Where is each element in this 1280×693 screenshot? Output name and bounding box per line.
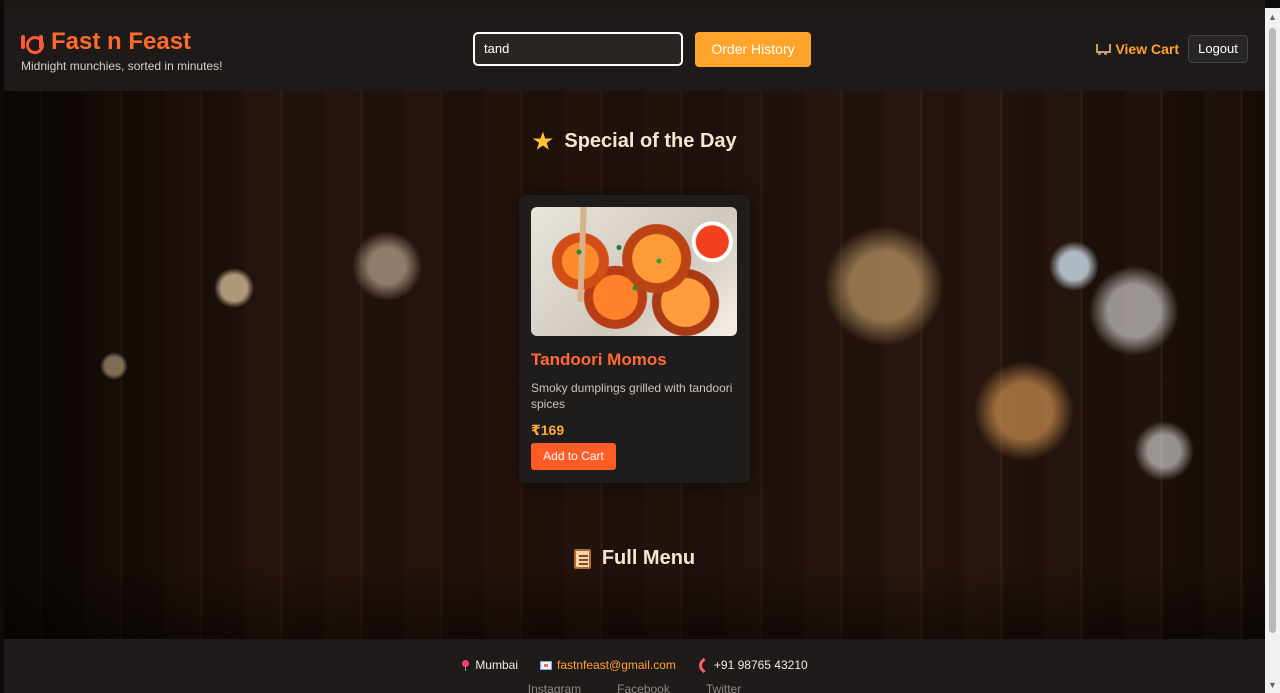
special-title-text: Special of the Day bbox=[564, 130, 737, 152]
phone-icon bbox=[695, 657, 712, 673]
brand-subtitle: Midnight munchies, sorted in minutes! bbox=[21, 59, 223, 73]
facebook-link[interactable]: Facebook bbox=[617, 682, 670, 693]
twitter-link[interactable]: Twitter bbox=[706, 682, 741, 693]
location-contact: Mumbai bbox=[461, 658, 518, 672]
food-name: Tandoori Momos bbox=[531, 350, 667, 369]
site-footer: Mumbai fastnfeast@gmail.com +91 98765 43… bbox=[4, 639, 1265, 693]
plate-icon bbox=[21, 31, 44, 54]
search-input[interactable]: tand bbox=[473, 32, 683, 66]
cart-icon bbox=[1096, 44, 1112, 55]
scroll-thumb[interactable] bbox=[1269, 28, 1276, 633]
view-cart-link[interactable]: View Cart bbox=[1096, 41, 1179, 57]
brand: Fast n Feast Midnight munchies, sorted i… bbox=[21, 28, 222, 73]
special-card: Tandoori Momos Smoky dumplings grilled w… bbox=[519, 195, 750, 483]
order-history-button[interactable]: Order History bbox=[695, 32, 811, 67]
tandoori-momos-image bbox=[531, 207, 737, 336]
instagram-link[interactable]: Instagram bbox=[528, 682, 581, 693]
star-icon bbox=[532, 131, 553, 150]
page-scrollbar[interactable]: ▲ ▼ bbox=[1265, 8, 1280, 693]
email-contact[interactable]: fastnfeast@gmail.com bbox=[540, 658, 676, 672]
pin-icon bbox=[461, 659, 470, 671]
contact-row: Mumbai fastnfeast@gmail.com +91 98765 43… bbox=[4, 657, 1265, 673]
location-text: Mumbai bbox=[475, 658, 518, 672]
social-links: Instagram Facebook Twitter bbox=[4, 682, 1265, 693]
restaurant-hero: Special of the Day Tandoori Momos Smoky … bbox=[4, 91, 1265, 639]
brand-title: Fast n Feast bbox=[51, 28, 192, 55]
phone-contact: +91 98765 43210 bbox=[695, 657, 808, 673]
food-price: ₹169 bbox=[531, 422, 565, 438]
view-cart-label: View Cart bbox=[1115, 41, 1179, 57]
email-link[interactable]: fastnfeast@gmail.com bbox=[557, 658, 676, 672]
mail-icon bbox=[540, 660, 552, 670]
phone-text: +91 98765 43210 bbox=[713, 658, 808, 672]
scroll-down-icon[interactable]: ▼ bbox=[1268, 681, 1277, 690]
add-to-cart-button[interactable]: Add to Cart bbox=[531, 443, 616, 470]
site-header: Fast n Feast Midnight munchies, sorted i… bbox=[4, 8, 1265, 91]
full-menu-title-text: Full Menu bbox=[601, 547, 696, 569]
food-description: Smoky dumplings grilled with tandoori sp… bbox=[531, 381, 733, 411]
app-viewport: Fast n Feast Midnight munchies, sorted i… bbox=[4, 0, 1265, 693]
full-menu-title: Full Menu bbox=[4, 547, 1265, 570]
scroll-icon bbox=[573, 548, 591, 569]
special-title: Special of the Day bbox=[4, 130, 1265, 153]
scroll-up-icon[interactable]: ▲ bbox=[1268, 13, 1277, 22]
brand-title-row: Fast n Feast bbox=[21, 28, 222, 56]
logout-button[interactable]: Logout bbox=[1188, 35, 1248, 63]
